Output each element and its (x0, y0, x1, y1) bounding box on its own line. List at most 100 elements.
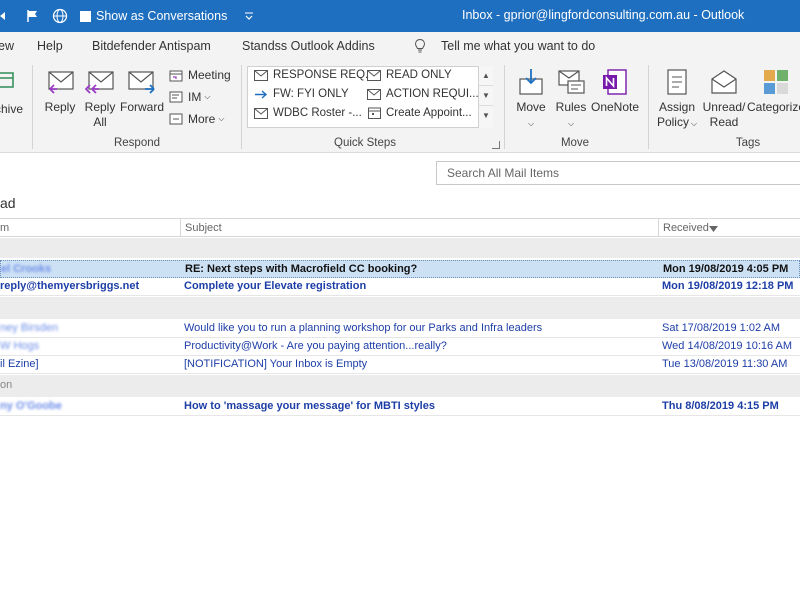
ribbon-separator (241, 65, 242, 149)
show-conversations-checkbox[interactable] (80, 10, 91, 22)
quick-step-response-req[interactable]: RESPONSE REQ... (253, 69, 375, 81)
menu-bar: ew Help Bitdefender Antispam Standss Out… (0, 32, 800, 61)
chevron-down-icon: ⌵ (204, 92, 211, 101)
quick-step-action-req[interactable]: ACTION REQUI... (366, 88, 479, 100)
more-button[interactable]: More ⌵ (168, 112, 224, 126)
reply-all-icon (85, 71, 114, 94)
envelope-open-icon (711, 70, 737, 94)
onenote-button[interactable]: OneNote (590, 67, 640, 115)
chevron-down-icon: ⌵ (527, 119, 535, 128)
column-divider[interactable] (658, 219, 659, 236)
im-button[interactable]: IM ⌵ (168, 90, 210, 104)
quick-step-label: Create Appoint... (386, 107, 472, 119)
envelope-icon (366, 69, 382, 81)
flag-icon[interactable] (24, 8, 40, 24)
more-label: More (188, 112, 216, 126)
assign-policy-button[interactable]: Assign Policy ⌵ (654, 67, 700, 131)
move-button[interactable]: Move ⌵ (512, 67, 550, 131)
mail-row[interactable]: ny O'Goobe How to 'massage your message'… (0, 398, 800, 416)
globe-icon[interactable] (52, 8, 68, 24)
expand-gallery-icon[interactable]: ▼ (479, 106, 493, 126)
arrow-right-icon (253, 88, 269, 100)
title-bar: Show as Conversations Inbox - gprior@lin… (0, 0, 800, 32)
mail-subject: RE: Next steps with Macrofield CC bookin… (185, 263, 418, 275)
mail-row[interactable]: el Crooks RE: Next steps with Macrofield… (0, 260, 800, 278)
envelope-icon (253, 107, 269, 119)
chevron-down-icon: ⌵ (690, 119, 698, 128)
envelope-icon (253, 69, 269, 81)
reply-icon (48, 71, 74, 94)
reply-all-label-1: Reply (84, 100, 116, 114)
mail-received: Mon 19/08/2019 12:18 PM (662, 280, 794, 292)
mail-received: Tue 13/08/2019 11:30 AM (662, 358, 788, 370)
onenote-icon (603, 69, 627, 95)
quick-steps-group-label: Quick Steps (334, 137, 396, 149)
group-header[interactable] (0, 297, 800, 319)
quick-steps-scrollbar[interactable]: ▲ ▼ ▼ (478, 66, 493, 128)
ribbon-separator (32, 65, 33, 149)
folder-title: ad (0, 195, 16, 211)
reply-label: Reply (44, 100, 76, 114)
tags-group-label: Tags (735, 137, 761, 149)
more-icon (168, 112, 184, 126)
tab-bitdefender[interactable]: Bitdefender Antispam (92, 39, 211, 53)
categorize-label: Categorize (746, 100, 800, 114)
mail-from: reply@themyersbriggs.net (0, 280, 140, 292)
assign-policy-label-1: Assign (658, 100, 696, 114)
mail-received: Wed 14/08/2019 10:16 AM (662, 340, 793, 352)
scroll-up-icon[interactable]: ▲ (479, 66, 493, 86)
column-received[interactable]: Received (663, 222, 709, 234)
tab-standss[interactable]: Standss Outlook Addins (242, 39, 375, 53)
mail-subject: How to 'massage your message' for MBTI s… (184, 400, 435, 412)
sort-descending-icon[interactable] (709, 223, 718, 235)
reply-all-label-2: All (93, 115, 107, 129)
reply-button[interactable]: Reply (41, 69, 79, 115)
mail-subject: Would like you to run a planning worksho… (184, 322, 543, 334)
dialog-launcher-icon[interactable] (492, 141, 500, 149)
quick-step-fw-fyi[interactable]: FW: FYI ONLY (253, 88, 349, 100)
ribbon: chive Reply Reply All Forward Meeting IM… (0, 61, 800, 153)
group-header[interactable]: on (0, 375, 800, 397)
mail-received: Sat 17/08/2019 1:02 AM (662, 322, 781, 334)
window-title: Inbox - gprior@lingfordconsulting.com.au… (462, 8, 745, 22)
mail-from: il Ezine] (0, 358, 39, 370)
rules-button[interactable]: Rules ⌵ (552, 67, 590, 131)
group-header[interactable] (0, 238, 800, 258)
mail-row[interactable]: il Ezine] [NOTIFICATION] Your Inbox is E… (0, 356, 800, 374)
quick-step-label: FW: FYI ONLY (273, 88, 349, 100)
archive-button[interactable]: chive (0, 67, 26, 116)
tell-me-search[interactable]: Tell me what you want to do (441, 39, 595, 53)
quick-step-read-only[interactable]: READ ONLY (366, 69, 452, 81)
show-conversations-label[interactable]: Show as Conversations (96, 9, 227, 23)
archive-icon (0, 72, 14, 88)
scroll-down-icon[interactable]: ▼ (479, 86, 493, 106)
column-subject[interactable]: Subject (185, 222, 222, 234)
undo-icon[interactable] (0, 8, 12, 24)
archive-label: chive (0, 102, 23, 116)
mail-row[interactable]: ney Birsden Would like you to run a plan… (0, 320, 800, 338)
reply-all-button[interactable]: Reply All (81, 69, 119, 130)
mail-row[interactable]: W Hogs Productivity@Work - Are you payin… (0, 338, 800, 356)
move-group-label: Move (560, 137, 590, 149)
unread-read-button[interactable]: Unread/ Read (701, 67, 747, 130)
forward-button[interactable]: Forward (120, 69, 164, 115)
tab-view[interactable]: ew (0, 39, 14, 53)
meeting-button[interactable]: Meeting (168, 68, 231, 82)
chevron-down-icon: ⌵ (218, 114, 225, 123)
assign-policy-label-2: Policy (656, 115, 689, 129)
customize-toolbar-icon[interactable] (241, 8, 257, 24)
search-input[interactable] (436, 161, 800, 185)
quick-step-label: WDBC Roster -... (273, 107, 362, 119)
envelope-icon (366, 88, 382, 100)
move-icon (519, 69, 543, 95)
categorize-button[interactable]: Categorize (746, 67, 800, 115)
column-divider[interactable] (180, 219, 181, 236)
mail-from: ny O'Goobe (0, 400, 62, 412)
column-from[interactable]: m (0, 222, 9, 234)
quick-step-wdbc-roster[interactable]: WDBC Roster -... (253, 107, 362, 119)
quick-step-create-appointment[interactable]: Create Appoint... (366, 107, 472, 119)
mail-row[interactable]: reply@themyersbriggs.net Complete your E… (0, 278, 800, 296)
lightbulb-icon[interactable] (413, 38, 427, 57)
tab-help[interactable]: Help (37, 39, 63, 53)
im-icon (168, 90, 184, 104)
